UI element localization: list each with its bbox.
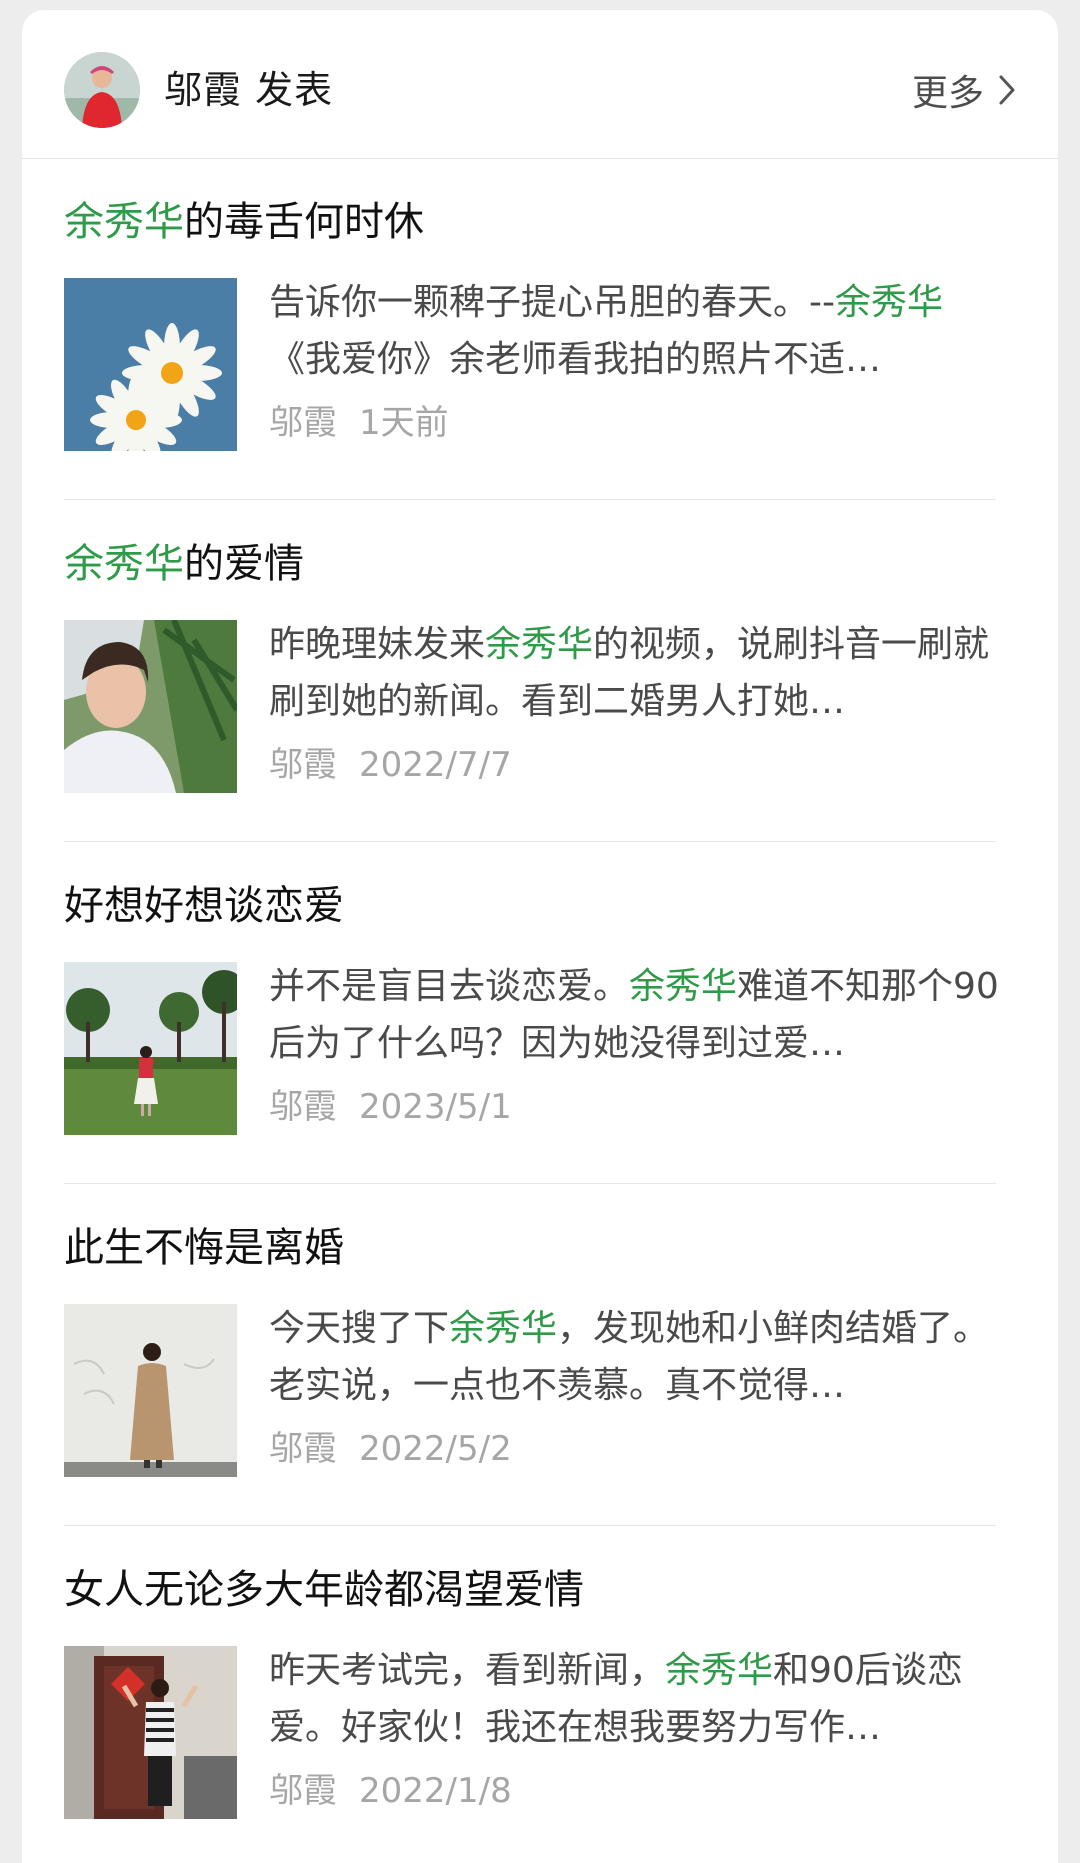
- post-meta: 邬霞 2022/1/8: [269, 1768, 512, 1814]
- excerpt-highlight: 余秀华: [629, 966, 738, 1007]
- title-text: 好想好想谈恋爱: [64, 883, 344, 929]
- post-author: 邬霞: [269, 1087, 337, 1127]
- post-meta: 邬霞 2023/5/1: [269, 1084, 512, 1130]
- post-list: 余秀华的毒舌何时休 告诉你一颗稗子提心吊胆的春天。--余秀华《我爱你》余老师看我…: [22, 158, 1058, 1863]
- post-excerpt: 昨晚理妹发来余秀华的视频，说刷抖音一刷就刷到她的新闻。看到二婚男人打她…: [269, 616, 1009, 730]
- post-item[interactable]: 好想好想谈恋爱 并不是盲目去谈恋爱。余秀华难道不知那个90后为了什么吗？因为她没…: [64, 842, 999, 1184]
- excerpt-highlight: 余秀华: [485, 624, 594, 665]
- post-title[interactable]: 好想好想谈恋爱: [64, 880, 344, 932]
- chevron-right-icon: [999, 75, 1015, 105]
- post-meta: 邬霞 2022/5/2: [269, 1426, 512, 1472]
- excerpt-text: 《我爱你》余老师看我拍的照片不适…: [269, 339, 882, 380]
- post-thumbnail[interactable]: [64, 278, 237, 451]
- avatar[interactable]: [64, 52, 140, 128]
- more-button[interactable]: 更多: [912, 66, 1016, 114]
- title-text: 的爱情: [184, 541, 304, 587]
- post-item[interactable]: 余秀华的毒舌何时休 告诉你一颗稗子提心吊胆的春天。--余秀华《我爱你》余老师看我…: [64, 158, 996, 500]
- title-highlight: 余秀华: [64, 541, 184, 587]
- title-text: 的毒舌何时休: [184, 199, 424, 245]
- excerpt-text: 并不是盲目去谈恋爱。: [269, 966, 630, 1007]
- post-time: 2022/5/2: [359, 1429, 512, 1469]
- post-excerpt: 告诉你一颗稗子提心吊胆的春天。--余秀华《我爱你》余老师看我拍的照片不适…: [269, 274, 1009, 388]
- post-author: 邬霞: [269, 745, 337, 785]
- card-header: 邬霞 发表 更多: [22, 10, 1058, 159]
- post-thumbnail[interactable]: [64, 1304, 237, 1477]
- excerpt-highlight: 余秀华: [449, 1308, 558, 1349]
- more-label: 更多: [911, 73, 984, 114]
- post-time: 2022/7/7: [359, 745, 512, 785]
- excerpt-text: 今天搜了下: [269, 1308, 450, 1349]
- excerpt-text: 告诉你一颗稗子提心吊胆的春天。--: [269, 282, 835, 323]
- post-meta: 邬霞 2022/7/7: [269, 742, 512, 788]
- post-title[interactable]: 此生不悔是离婚: [64, 1222, 344, 1274]
- post-time: 2023/5/1: [359, 1087, 512, 1127]
- title-text: 此生不悔是离婚: [64, 1225, 344, 1271]
- post-title[interactable]: 余秀华的毒舌何时休: [64, 196, 424, 248]
- post-author: 邬霞: [269, 1771, 337, 1811]
- post-time: 2022/1/8: [359, 1771, 512, 1811]
- post-author: 邬霞: [269, 1429, 337, 1469]
- post-thumbnail[interactable]: [64, 620, 237, 793]
- post-time: 1天前: [359, 403, 449, 443]
- post-thumbnail[interactable]: [64, 1646, 237, 1819]
- title-highlight: 余秀华: [64, 199, 184, 245]
- post-item[interactable]: 此生不悔是离婚 今天搜了下余秀华，发现她和小鲜肉结婚了。老实说，一点也不羡慕。真…: [64, 1184, 996, 1526]
- excerpt-highlight: 余秀华: [834, 282, 943, 323]
- post-item[interactable]: 余秀华的爱情 昨晚理妹发来余秀华的视频，说刷抖音一刷就刷到她的新闻。看到二婚男人…: [64, 500, 996, 842]
- post-author: 邬霞: [269, 403, 337, 443]
- post-excerpt: 昨天考试完，看到新闻，余秀华和90后谈恋爱。好家伙！我还在想我要努力写作…: [269, 1642, 1009, 1756]
- excerpt-highlight: 余秀华: [665, 1650, 774, 1691]
- articles-card: 邬霞 发表 更多 余秀华的毒舌何时休 告诉你一颗稗子提心吊胆的春天。--余秀华《…: [22, 10, 1058, 1863]
- post-title[interactable]: 女人无论多大年龄都渴望爱情: [64, 1564, 584, 1616]
- excerpt-text: 昨晚理妹发来: [269, 624, 486, 665]
- post-item[interactable]: 女人无论多大年龄都渴望爱情 昨天考试完，看到新闻，余秀华和90后谈恋爱。好家伙！…: [64, 1526, 996, 1863]
- post-title[interactable]: 余秀华的爱情: [64, 538, 304, 590]
- title-text: 女人无论多大年龄都渴望爱情: [64, 1567, 584, 1613]
- post-meta: 邬霞 1天前: [269, 400, 449, 446]
- post-excerpt: 今天搜了下余秀华，发现她和小鲜肉结婚了。老实说，一点也不羡慕。真不觉得…: [269, 1300, 1009, 1414]
- excerpt-text: 昨天考试完，看到新闻，: [269, 1650, 666, 1691]
- post-thumbnail[interactable]: [64, 962, 237, 1135]
- post-excerpt: 并不是盲目去谈恋爱。余秀华难道不知那个90后为了什么吗？因为她没得到过爱…: [269, 958, 1009, 1072]
- author-heading: 邬霞 发表: [164, 68, 334, 112]
